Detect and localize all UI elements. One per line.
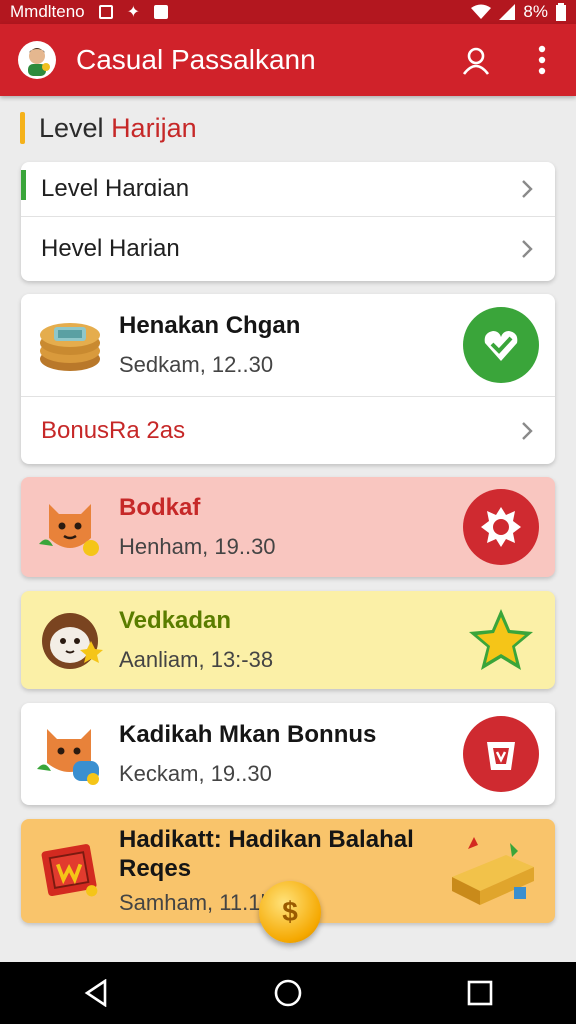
bonus-label: BonusRa 2as [41, 416, 186, 444]
reward-time: Henham, 19..30 [119, 534, 276, 560]
chevron-right-icon [521, 239, 533, 259]
chevron-right-icon [521, 421, 533, 441]
check-heart-icon [484, 331, 518, 361]
home-button[interactable] [258, 963, 318, 1023]
home-circle-icon [274, 979, 302, 1007]
signal-icon [499, 4, 516, 20]
badge-emblem-icon [481, 507, 521, 547]
bonus-row[interactable]: BonusRa 2as [21, 396, 555, 464]
gold-bar-icon [452, 837, 534, 905]
level-list-item[interactable]: Level Harɑian [21, 162, 555, 216]
chevron-right-icon [521, 179, 533, 199]
notification-icon [98, 5, 113, 19]
section-accent-bar [20, 112, 25, 144]
level-list-card: Level Harɑian Hevel Harian [21, 162, 555, 281]
reward-title: Vedkadan [119, 606, 232, 634]
profile-button[interactable] [458, 42, 494, 78]
avatar[interactable] [18, 41, 56, 79]
battery-icon [556, 3, 566, 21]
recents-button[interactable] [450, 963, 510, 1023]
gift-box-icon [487, 742, 515, 770]
back-triangle-icon [84, 979, 107, 1007]
challenge-card: Henakan Chgan Sedkam, 12..30 BonusRa 2as [21, 294, 555, 464]
reward-title: Hadikatt: Hadikan Balahal Reqes [119, 826, 414, 882]
recents-square-icon [467, 980, 493, 1006]
reward-card[interactable]: Vedkadan Aanliam, 13:-38 [21, 591, 555, 689]
fox-mascot-icon [37, 494, 103, 560]
section-title-main: Level [39, 112, 112, 143]
app-bar: Casual Passalkann [0, 24, 576, 96]
star-icon [469, 609, 533, 670]
section-title-accent: Harijan [111, 112, 197, 143]
app-title: Casual Passalkann [76, 44, 316, 75]
challenge-title: Henakan Chgan [119, 311, 301, 339]
reward-card[interactable]: Bodkaf Henham, 19..30 [21, 477, 555, 577]
carrier-name: Mmdlteno [10, 2, 85, 21]
square-notification-icon [154, 5, 169, 19]
gift-button[interactable] [463, 716, 539, 792]
red-box-icon [37, 838, 103, 904]
reward-time: Aanliam, 13:-38 [119, 647, 274, 673]
status-bar: Mmdlteno ✦ 8% [0, 0, 576, 24]
reward-title: Bodkaf [119, 493, 201, 521]
more-options-button[interactable] [524, 42, 560, 78]
section-title: Level Harijan [39, 113, 197, 144]
level-item-label: Hevel Harian [41, 235, 180, 262]
section-header: Level Harijan [20, 112, 197, 144]
character-avatar-icon [28, 48, 50, 76]
challenge-time: Sedkam, 12..30 [119, 352, 274, 378]
battery-percent: 8% [523, 2, 548, 21]
complete-button[interactable] [463, 307, 539, 383]
system-nav-bar [0, 962, 576, 1024]
level-list-item[interactable]: Hevel Harian [21, 216, 555, 281]
reward-title: Kadikah Mkan Bonnus [119, 720, 377, 748]
star-button[interactable] [463, 602, 539, 678]
monkey-mascot-icon [37, 607, 103, 673]
active-indicator [21, 170, 26, 200]
treasure-button[interactable] [447, 833, 539, 909]
money-stack-icon [37, 312, 103, 378]
plus-notification-icon: ✦ [126, 4, 141, 21]
user-icon [462, 47, 490, 75]
more-vert-icon [538, 45, 546, 75]
reward-action-button[interactable] [463, 489, 539, 565]
level-item-label: Level Harɑian [41, 175, 190, 202]
challenge-item[interactable]: Henakan Chgan Sedkam, 12..30 [21, 294, 555, 396]
back-button[interactable] [66, 963, 126, 1023]
fox-gamepad-icon [37, 721, 103, 787]
coin-icon: $ [282, 896, 298, 927]
reward-card[interactable]: Kadikah Mkan Bonnus Keckam, 19..30 [21, 703, 555, 805]
wifi-icon [471, 4, 492, 19]
reward-time: Keckam, 19..30 [119, 761, 272, 787]
coin-fab[interactable]: $ [259, 881, 321, 943]
